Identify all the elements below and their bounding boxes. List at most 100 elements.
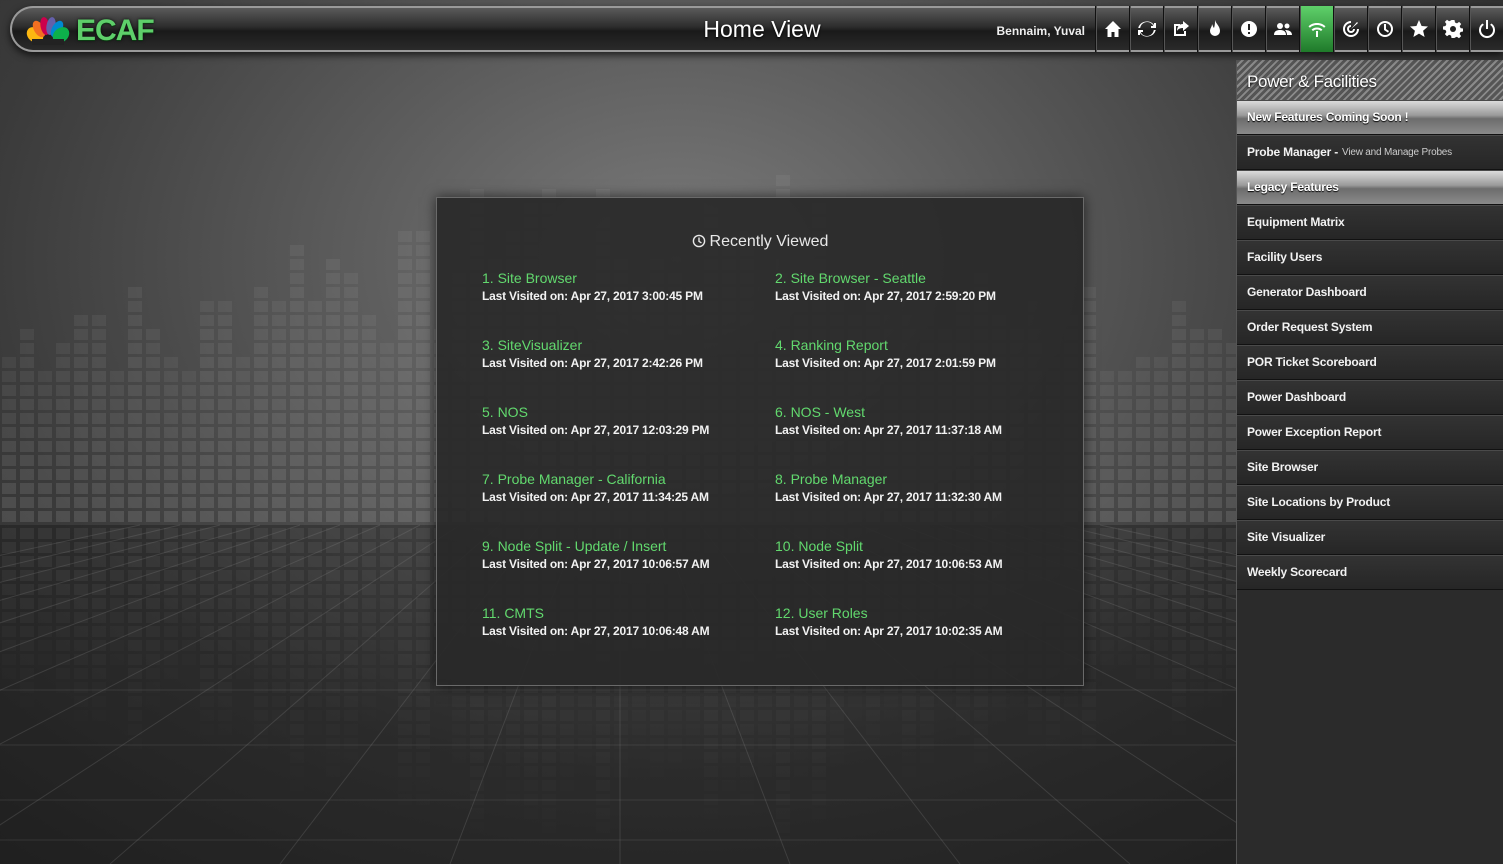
sidebar-item-label: Site Browser <box>1247 460 1318 474</box>
recent-item-last-visited: Last Visited on: Apr 27, 2017 10:06:48 A… <box>482 624 710 638</box>
fire-icon <box>1209 20 1220 36</box>
share-button[interactable] <box>1163 6 1197 52</box>
home-button[interactable] <box>1095 6 1129 52</box>
sidebar-item-site-locations-by-product[interactable]: Site Locations by Product <box>1237 485 1503 520</box>
sidebar-item-weekly-scorecard[interactable]: Weekly Scorecard <box>1237 555 1503 590</box>
users-icon <box>1273 23 1292 35</box>
recent-item: 10. Node Split Last Visited on: Apr 27, 2… <box>775 538 1055 571</box>
recent-item-link[interactable]: 12. User Roles <box>775 605 1055 621</box>
recent-item: 6. NOS - West Last Visited on: Apr 27, 20… <box>775 404 1055 437</box>
recent-item: 1. Site Browser Last Visited on: Apr 27, … <box>482 270 762 303</box>
recent-item: 7. Probe Manager - California Last Visite… <box>482 471 762 504</box>
recent-item-last-visited: Last Visited on: Apr 27, 2017 12:03:29 P… <box>482 423 710 437</box>
toolbar-icons <box>1095 6 1503 52</box>
sidebar-item-label: Equipment Matrix <box>1247 215 1345 229</box>
peacock-logo-icon <box>26 17 70 45</box>
logout-button[interactable] <box>1469 6 1503 52</box>
refresh-button[interactable] <box>1129 6 1163 52</box>
sidebar-title: Power & Facilities <box>1237 60 1503 100</box>
recent-item-link[interactable]: 1. Site Browser <box>482 270 762 286</box>
clock-icon <box>1376 21 1393 37</box>
sidebar-item-label: Site Locations by Product <box>1247 495 1391 509</box>
recent-item-link[interactable]: 7. Probe Manager - California <box>482 471 762 487</box>
sidebar-item-facility-users[interactable]: Facility Users <box>1237 240 1503 275</box>
sidebar-section-new-features-coming-soon[interactable]: New Features Coming Soon ! <box>1237 100 1503 135</box>
recent-item-link[interactable]: 10. Node Split <box>775 538 1055 554</box>
sidebar-item-generator-dashboard[interactable]: Generator Dashboard <box>1237 275 1503 310</box>
sidebar-item-power-exception-report[interactable]: Power Exception Report <box>1237 415 1503 450</box>
recently-viewed-panel: Recently Viewed 1. Site Browser Last Visi… <box>436 197 1084 686</box>
recent-item: 3. SiteVisualizer Last Visited on: Apr 27… <box>482 337 762 370</box>
recent-item: 9. Node Split - Update / Insert Last Visi… <box>482 538 762 571</box>
sidebar-item-label: Weekly Scorecard <box>1247 565 1347 579</box>
favorites-button[interactable] <box>1401 6 1435 52</box>
recent-item-link[interactable]: 9. Node Split - Update / Insert <box>482 538 762 554</box>
sidebar-item-probe-manager[interactable]: Probe Manager - View and Manage Probes <box>1237 135 1503 170</box>
sidebar: Power & Facilities New Features Coming S… <box>1236 60 1503 864</box>
sidebar-items: New Features Coming Soon ! Probe Manager … <box>1237 100 1503 590</box>
recent-item-link[interactable]: 8. Probe Manager <box>775 471 1055 487</box>
sidebar-item-por-ticket-scoreboard[interactable]: POR Ticket Scoreboard <box>1237 345 1503 380</box>
recent-item-last-visited: Last Visited on: Apr 27, 2017 2:01:59 PM <box>775 356 996 370</box>
sidebar-item-subtitle: View and Manage Probes <box>1342 146 1452 158</box>
sidebar-item-label: Generator Dashboard <box>1247 285 1367 299</box>
sidebar-item-label: Probe Manager - <box>1247 145 1339 159</box>
fire-button[interactable] <box>1197 6 1231 52</box>
gear-icon <box>1442 19 1463 39</box>
wifi-icon <box>1308 23 1325 37</box>
recent-item-last-visited: Last Visited on: Apr 27, 2017 10:06:53 A… <box>775 557 1003 571</box>
sidebar-item-site-visualizer[interactable]: Site Visualizer <box>1237 520 1503 555</box>
sidebar-item-equipment-matrix[interactable]: Equipment Matrix <box>1237 205 1503 240</box>
recent-item-last-visited: Last Visited on: Apr 27, 2017 11:32:30 A… <box>775 490 1002 504</box>
sidebar-item-site-browser[interactable]: Site Browser <box>1237 450 1503 485</box>
recent-item: 2. Site Browser - Seattle Last Visited on… <box>775 270 1055 303</box>
recent-item-link[interactable]: 2. Site Browser - Seattle <box>775 270 1055 286</box>
radar-icon <box>1342 21 1359 37</box>
user-name[interactable]: Bennaim, Yuval <box>997 24 1085 38</box>
recent-item-link[interactable]: 3. SiteVisualizer <box>482 337 762 353</box>
page-title: Home View <box>703 16 821 42</box>
recent-item-last-visited: Last Visited on: Apr 27, 2017 11:34:25 A… <box>482 490 709 504</box>
recently-viewed-title: Recently Viewed <box>437 233 1083 251</box>
power-icon <box>1478 20 1495 39</box>
recent-item-link[interactable]: 4. Ranking Report <box>775 337 1055 353</box>
sidebar-item-label: POR Ticket Scoreboard <box>1247 355 1377 369</box>
recent-item: 8. Probe Manager Last Visited on: Apr 27,… <box>775 471 1055 504</box>
refresh-icon <box>1137 21 1156 37</box>
recent-item-last-visited: Last Visited on: Apr 27, 2017 10:06:57 A… <box>482 557 710 571</box>
recent-item-last-visited: Last Visited on: Apr 27, 2017 2:59:20 PM <box>775 289 996 303</box>
recent-item: 11. CMTS Last Visited on: Apr 27, 2017 10… <box>482 605 762 638</box>
recent-item: 12. User Roles Last Visited on: Apr 27, 2… <box>775 605 1055 638</box>
history-button[interactable] <box>1367 6 1401 52</box>
sidebar-item-label: Power Exception Report <box>1247 425 1382 439</box>
recent-item-link[interactable]: 5. NOS <box>482 404 762 420</box>
info-icon <box>1240 21 1257 37</box>
wifi-button[interactable] <box>1299 6 1333 52</box>
sidebar-item-label: Order Request System <box>1247 320 1373 334</box>
recent-item-last-visited: Last Visited on: Apr 27, 2017 10:02:35 A… <box>775 624 1003 638</box>
recent-item-last-visited: Last Visited on: Apr 27, 2017 11:37:18 A… <box>775 423 1002 437</box>
sidebar-item-label: Site Visualizer <box>1247 530 1326 544</box>
sidebar-section-legacy-features[interactable]: Legacy Features <box>1237 170 1503 205</box>
recent-item-link[interactable]: 11. CMTS <box>482 605 762 621</box>
sidebar-item-power-dashboard[interactable]: Power Dashboard <box>1237 380 1503 415</box>
recent-item-link[interactable]: 6. NOS - West <box>775 404 1055 420</box>
recent-item-last-visited: Last Visited on: Apr 27, 2017 3:00:45 PM <box>482 289 703 303</box>
app-logo[interactable]: ECAF <box>26 14 155 48</box>
recent-item-last-visited: Last Visited on: Apr 27, 2017 2:42:26 PM <box>482 356 703 370</box>
share-icon <box>1173 21 1189 36</box>
recent-item: 4. Ranking Report Last Visited on: Apr 27… <box>775 337 1055 370</box>
home-icon <box>1104 21 1121 37</box>
sidebar-item-label: Power Dashboard <box>1247 390 1347 404</box>
recently-viewed-title-text: Recently Viewed <box>709 233 829 250</box>
radar-button[interactable] <box>1333 6 1367 52</box>
info-button[interactable] <box>1231 6 1265 52</box>
settings-button[interactable] <box>1435 6 1469 52</box>
sidebar-item-label: Facility Users <box>1247 250 1323 264</box>
logo-text: ECAF <box>76 14 155 47</box>
sidebar-item-label: Legacy Features <box>1247 180 1339 194</box>
sidebar-item-order-request-system[interactable]: Order Request System <box>1237 310 1503 345</box>
clock-icon <box>692 234 705 248</box>
sidebar-item-label: New Features Coming Soon ! <box>1247 110 1409 124</box>
users-button[interactable] <box>1265 6 1299 52</box>
